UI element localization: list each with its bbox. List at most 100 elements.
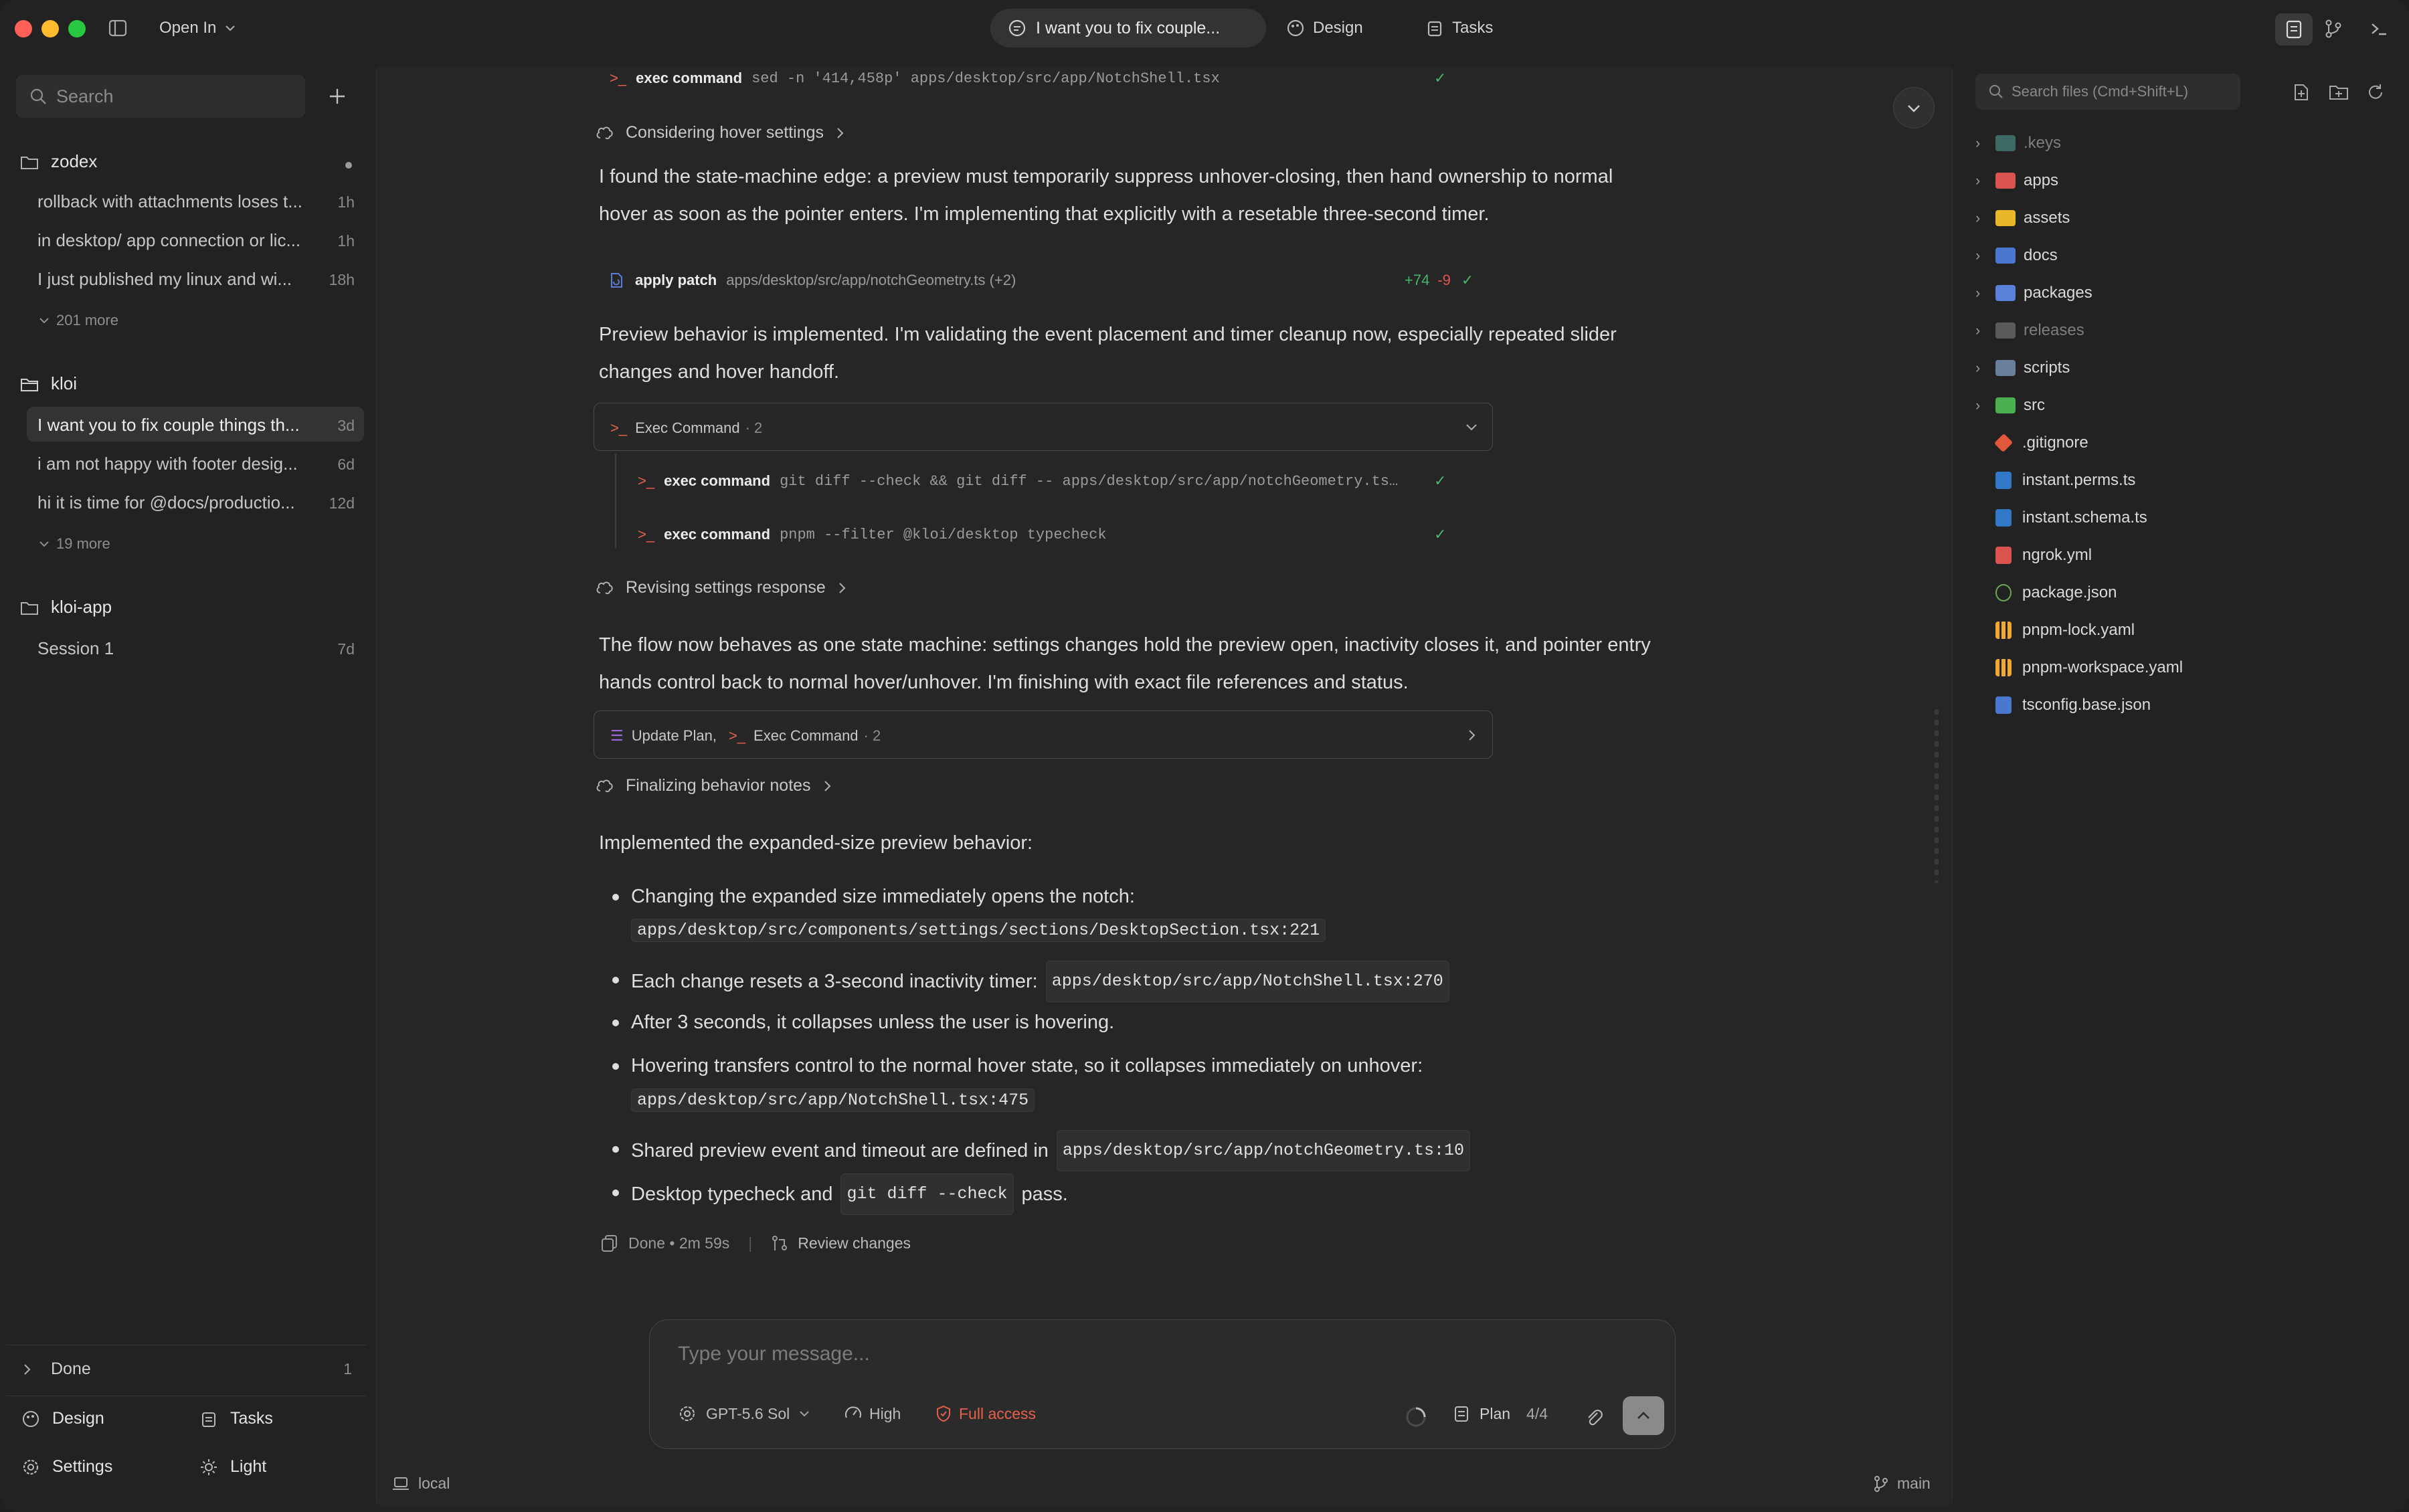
git-branch-icon[interactable] — [2323, 19, 2343, 39]
scrollbar-track[interactable] — [1935, 709, 1939, 883]
folder-row[interactable]: › .keys — [1975, 124, 2390, 162]
folder-name: scripts — [2024, 359, 2070, 377]
paperclip-icon[interactable] — [1584, 1407, 1604, 1427]
tab-design[interactable]: Design — [1286, 19, 1363, 37]
thread-item[interactable]: Session 1 7d — [27, 630, 364, 665]
thread-title: i am not happy with footer desig... — [37, 454, 298, 474]
folder-icon — [1995, 248, 2016, 264]
open-in-button[interactable]: Open In — [159, 19, 236, 37]
command-label: exec command — [636, 70, 743, 86]
footer-theme-button[interactable]: Light — [199, 1457, 266, 1477]
reasoning-toggle[interactable]: Revising settings response — [595, 578, 847, 597]
light-label: Light — [230, 1457, 267, 1476]
folder-row[interactable]: › assets — [1975, 199, 2390, 237]
effort-selector[interactable]: High — [844, 1404, 901, 1423]
terminal-prompt-icon: >_ — [610, 419, 628, 436]
tsconfig-file-icon — [1995, 696, 2012, 714]
folder-row[interactable]: › docs — [1975, 237, 2390, 274]
folder-row[interactable]: › releases — [1975, 312, 2390, 349]
minimize-window-button[interactable] — [41, 20, 59, 37]
branch-indicator[interactable]: main — [1873, 1475, 1931, 1493]
bullet-dot — [612, 1063, 619, 1070]
environment-indicator[interactable]: local — [391, 1475, 450, 1493]
folder-row[interactable]: › apps — [1975, 162, 2390, 199]
design-tab-label: Design — [1313, 19, 1363, 37]
done-section-toggle[interactable]: Done 1 — [23, 1359, 357, 1379]
thread-item[interactable]: rollback with attachments loses t... 1h — [27, 183, 364, 218]
zoom-window-button[interactable] — [68, 20, 86, 37]
file-row[interactable]: .gitignore — [1975, 424, 2390, 462]
scroll-to-bottom-button[interactable] — [1893, 87, 1935, 128]
message-paragraph: I found the state-machine edge: a previe… — [599, 158, 1613, 233]
thread-item[interactable]: i am not happy with footer desig... 6d — [27, 446, 364, 480]
tab-tasks[interactable]: Tasks — [1425, 19, 1493, 37]
titlebar: Open In I want you to fix couple... Desi… — [0, 0, 2409, 59]
file-name: .gitignore — [2022, 434, 2088, 452]
diff-stats: +74 -9 ✓ — [1405, 272, 1474, 289]
group-title: Exec Command — [635, 419, 740, 436]
sidebar-search-input[interactable]: Search — [16, 75, 305, 118]
clipboard-icon — [1427, 21, 1442, 37]
file-row[interactable]: instant.perms.ts — [1975, 462, 2390, 499]
sidebar-toggle-icon[interactable] — [108, 19, 127, 37]
plan-button[interactable]: Plan 4/4 — [1453, 1404, 1548, 1423]
apply-patch-row[interactable]: apply patch apps/desktop/src/app/notchGe… — [608, 272, 1016, 289]
search-placeholder: Search files (Cmd+Shift+L) — [2012, 83, 2189, 100]
footer-tasks-button[interactable]: Tasks — [199, 1409, 273, 1428]
file-row[interactable]: ngrok.yml — [1975, 537, 2390, 574]
exec-command-row[interactable]: >_ exec command pnpm --filter @kloi/desk… — [638, 526, 1107, 543]
access-selector[interactable]: Full access — [935, 1404, 1036, 1423]
chevron-down-icon — [800, 1411, 809, 1417]
show-more-button[interactable]: 19 more — [39, 535, 110, 553]
plan-command-group-header[interactable]: ☰ Update Plan, >_ Exec Command · 2 — [594, 711, 1493, 759]
thread-item[interactable]: in desktop/ app connection or lic... 1h — [27, 222, 364, 257]
folder-icon — [1995, 360, 2016, 376]
folder-row[interactable]: › packages — [1975, 274, 2390, 312]
reasoning-toggle[interactable]: Considering hover settings — [595, 123, 845, 143]
folder-row[interactable]: › scripts — [1975, 349, 2390, 387]
file-name: pnpm-lock.yaml — [2022, 621, 2135, 639]
folder-row[interactable]: › src — [1975, 387, 2390, 424]
new-chat-plus-icon[interactable] — [328, 87, 347, 106]
effort-label: High — [869, 1404, 901, 1422]
tasks-tab-label: Tasks — [1452, 19, 1494, 37]
exec-command-row[interactable]: >_ exec command sed -n '414,458p' apps/d… — [610, 70, 1220, 87]
thread-item[interactable]: hi it is time for @docs/productio... 12d — [27, 484, 364, 519]
file-row[interactable]: pnpm-workspace.yaml — [1975, 649, 2390, 686]
exec-command-group-header[interactable]: >_ Exec Command · 2 — [594, 403, 1493, 451]
bullet-text: After 3 seconds, it collapses unless the… — [631, 1012, 1115, 1033]
terminal-icon[interactable] — [2369, 19, 2389, 39]
new-file-icon[interactable] — [2293, 83, 2310, 102]
refresh-icon[interactable] — [2366, 83, 2385, 102]
project-group-kloi[interactable]: kloi — [20, 373, 77, 394]
git-icon — [1993, 433, 2014, 453]
new-folder-icon[interactable] — [2329, 83, 2349, 102]
exec-command-row[interactable]: >_ exec command git diff --check && git … — [638, 472, 1398, 490]
file-search-input[interactable]: Search files (Cmd+Shift+L) — [1975, 74, 2240, 110]
send-button[interactable] — [1623, 1396, 1664, 1435]
model-selector[interactable]: GPT-5.6 Sol — [678, 1404, 810, 1423]
show-more-button[interactable]: 201 more — [39, 312, 118, 329]
message-input[interactable]: Type your message... — [678, 1343, 870, 1365]
reasoning-toggle[interactable]: Finalizing behavior notes — [595, 776, 832, 795]
review-changes-button[interactable]: Review changes — [798, 1234, 911, 1252]
file-row[interactable]: package.json — [1975, 574, 2390, 611]
file-row[interactable]: tsconfig.base.json — [1975, 686, 2390, 724]
file-row[interactable]: instant.schema.ts — [1975, 499, 2390, 537]
copy-icon[interactable] — [600, 1234, 619, 1252]
search-placeholder: Search — [56, 86, 114, 106]
project-group-kloi-app[interactable]: kloi-app — [20, 597, 112, 618]
footer-design-button[interactable]: Design — [21, 1409, 104, 1428]
footer-settings-button[interactable]: Settings — [21, 1457, 112, 1477]
lines-added: +74 — [1405, 272, 1430, 288]
yaml-file-icon — [1995, 547, 2012, 564]
files-panel-toggle[interactable] — [2275, 13, 2313, 45]
tab-chat[interactable]: I want you to fix couple... — [990, 9, 1266, 48]
close-window-button[interactable] — [15, 20, 32, 37]
file-row[interactable]: pnpm-lock.yaml — [1975, 611, 2390, 649]
thread-age: 7d — [337, 640, 355, 658]
thread-item[interactable]: I just published my linux and wi... 18h — [27, 261, 364, 296]
project-group-zodex[interactable]: zodex — [20, 151, 97, 172]
thread-item-selected[interactable]: I want you to fix couple things th... 3d — [27, 407, 364, 442]
bullet-dot — [612, 1020, 619, 1026]
